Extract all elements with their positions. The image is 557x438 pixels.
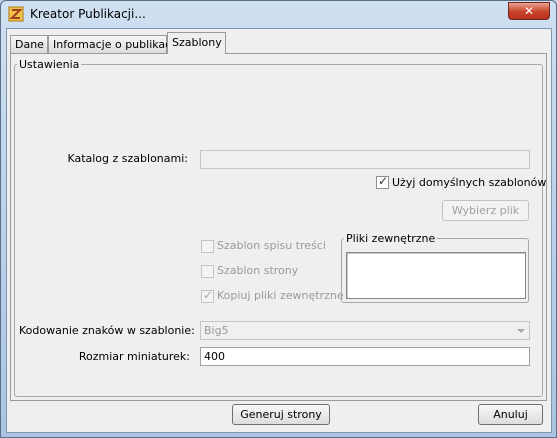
publication-wizard-window: Kreator Publikacji... ✕ Dane Informacje … (0, 0, 557, 438)
page-template-checkbox[interactable] (201, 265, 214, 278)
page-template-label: Szablon strony (217, 264, 299, 277)
title-bar[interactable]: Kreator Publikacji... ✕ (1, 1, 556, 27)
dialog-client-area: Dane Informacje o publikacji Szablony Us… (6, 28, 552, 433)
close-icon: ✕ (523, 4, 535, 18)
external-files-legend: Pliki zewnętrzne (346, 232, 436, 245)
template-dir-label: Katalog z szablonami: (67, 152, 188, 165)
thumb-size-label: Rozmiar miniaturek: (78, 350, 190, 363)
chevron-down-icon (517, 329, 525, 333)
close-button[interactable]: ✕ (508, 2, 550, 20)
templates-panel: Ustawienia Katalog z szablonami: ✓ Użyj … (10, 53, 547, 401)
generate-pages-button[interactable]: Generuj strony (232, 404, 330, 425)
tab-szablony[interactable]: Szablony (167, 32, 226, 54)
copy-external-label: Kopiuj pliki zewnętrzne (217, 289, 344, 302)
use-default-templates-label: Użyj domyślnych szablonów (392, 176, 547, 189)
thumb-size-input[interactable]: 400 (200, 347, 530, 366)
cancel-button[interactable]: Anuluj (478, 404, 543, 425)
copy-external-checkbox[interactable]: ✓ (201, 288, 214, 303)
encoding-label: Kodowanie znaków w szablonie: (19, 324, 195, 337)
checkmark-icon: ✓ (203, 288, 214, 302)
use-default-templates-checkbox[interactable]: ✓ (376, 174, 389, 189)
choose-file-button[interactable]: Wybierz plik (442, 200, 529, 221)
encoding-select[interactable]: Big5 (200, 321, 530, 340)
external-files-list[interactable] (346, 252, 526, 299)
window-title: Kreator Publikacji... (30, 7, 146, 21)
app-icon (8, 6, 24, 22)
toc-template-checkbox[interactable] (201, 240, 214, 253)
tab-dane[interactable]: Dane (10, 35, 48, 53)
checkmark-icon: ✓ (378, 174, 389, 188)
template-dir-input[interactable] (200, 150, 530, 169)
encoding-value: Big5 (204, 324, 229, 337)
toc-template-label: Szablon spisu treści (217, 239, 326, 252)
settings-legend: Ustawienia (19, 58, 80, 71)
tab-informacje-o-publikacji[interactable]: Informacje o publikacji (48, 35, 177, 53)
